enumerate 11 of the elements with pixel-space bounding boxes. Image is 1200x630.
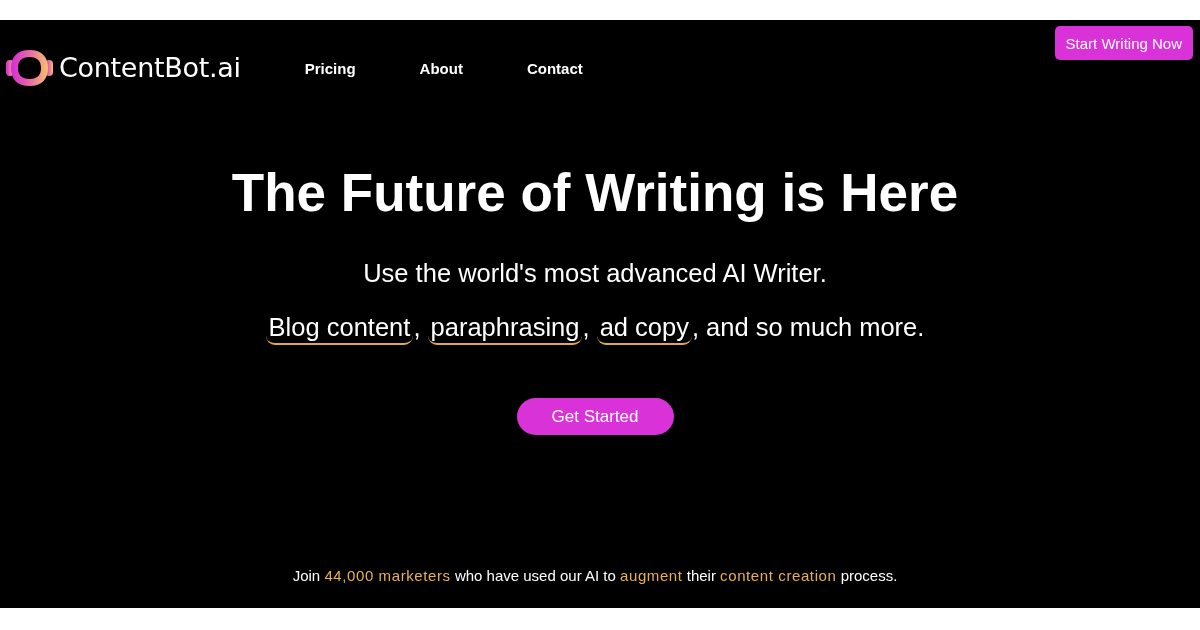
features-text: Blog content, paraphrasing, ad copy, and so much more.: [265, 309, 925, 345]
hero-title: The Future of Writing is Here: [231, 162, 959, 224]
nav-link[interactable]: Pricing: [304, 59, 356, 79]
nav-link[interactable]: Contact: [526, 59, 583, 79]
start-writing-button[interactable]: Start Writing Now: [1054, 26, 1193, 60]
marketers-note: Join 44,000 marketers who have used our AI to augment their content creation process.: [291, 567, 899, 585]
logo-icon: [6, 50, 53, 86]
nav-link[interactable]: About: [419, 59, 463, 79]
get-started-button[interactable]: Get Started: [516, 398, 674, 435]
brand-name: ContentBot.ai: [59, 51, 241, 85]
hero-subtitle: Use the world's most advanced AI Writer.: [363, 258, 827, 288]
